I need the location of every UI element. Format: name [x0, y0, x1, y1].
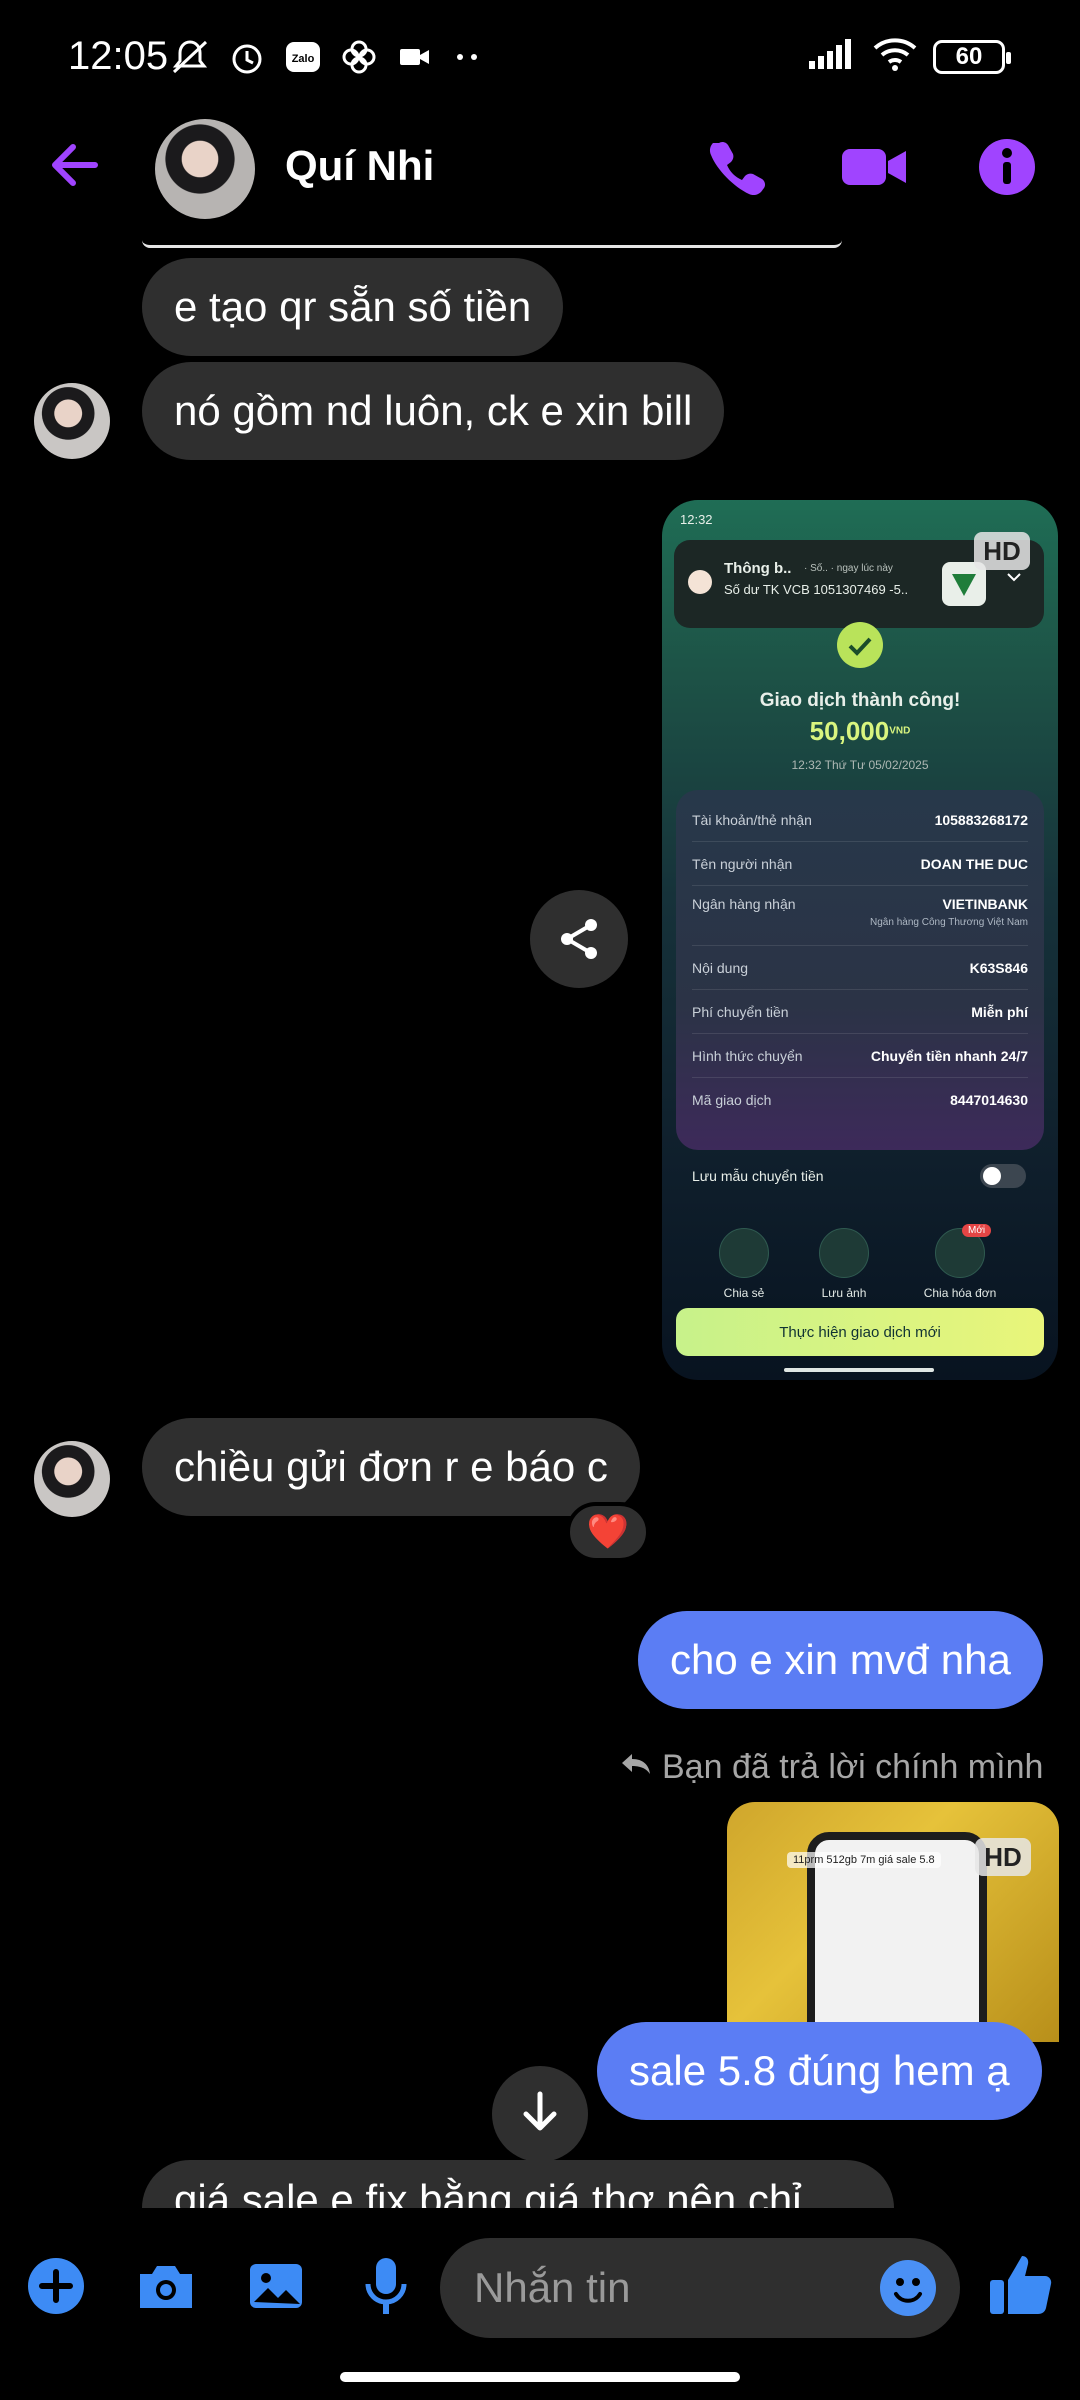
- outgoing-message[interactable]: sale 5.8 đúng hem ạ: [597, 2022, 1042, 2120]
- more-dots-icon: [452, 38, 482, 76]
- share-icon[interactable]: [530, 890, 628, 988]
- detail-row: Mã giao dịch 8447014630: [692, 1092, 1028, 1108]
- action-label: Chia sẻ: [723, 1286, 765, 1300]
- detail-row: Tài khoản/thẻ nhận 105883268172: [692, 798, 1028, 842]
- inner-home-indicator: [784, 1368, 934, 1372]
- message-composer: [0, 2208, 1080, 2358]
- partial-message-text: giá sale e fix bằng giá thợ nên chỉ: [174, 2176, 802, 2208]
- reply-indicator-text: Bạn đã trả lời chính mình: [662, 1748, 1044, 1786]
- status-notification-icons: Zalo: [170, 38, 482, 76]
- signal-icon: [807, 37, 857, 76]
- share-action-icon: [719, 1228, 769, 1278]
- thumbs-up-icon[interactable]: [986, 2250, 1056, 2320]
- status-bar: 12:05 Zalo 60: [0, 0, 1080, 115]
- contact-avatar-small[interactable]: [34, 383, 110, 459]
- new-transaction-button: Thực hiện giao dịch mới: [676, 1308, 1044, 1356]
- wifi-icon: [871, 36, 919, 77]
- notification-body: Số dư TK VCB 1051307469 -5..: [724, 582, 909, 597]
- detail-row: Phí chuyển tiền Miễn phí: [692, 990, 1028, 1034]
- amount-line: 50,000VND: [662, 716, 1058, 747]
- alarm-icon: [228, 38, 266, 76]
- heart-reaction[interactable]: ❤️: [566, 1502, 650, 1562]
- contact-avatar[interactable]: [155, 119, 255, 219]
- video-camera-icon: [396, 38, 434, 76]
- arrow-down-icon: [520, 2090, 560, 2139]
- save-image-action-icon: [819, 1228, 869, 1278]
- detail-row: Tên người nhận DOAN THE DUC: [692, 842, 1028, 886]
- action-label: Lưu ảnh: [821, 1286, 867, 1300]
- notification-meta: · Số.. · ngay lúc này: [804, 563, 893, 574]
- status-time: 12:05: [68, 34, 169, 78]
- action-label: Chia hóa đơn: [923, 1286, 997, 1300]
- previous-message-edge: [142, 240, 842, 248]
- incoming-message[interactable]: e tạo qr sẵn số tiền: [142, 258, 564, 356]
- new-badge: Mới: [962, 1224, 992, 1237]
- incoming-message[interactable]: nó gồm nd luôn, ck e xin bill: [142, 362, 725, 460]
- hd-badge: HD: [974, 532, 1030, 570]
- detail-row: Nội dung K63S846: [692, 946, 1028, 990]
- save-template-toggle: [980, 1164, 1026, 1188]
- pinwheel-icon: [340, 38, 378, 76]
- zalo-icon: Zalo: [284, 38, 322, 76]
- contact-name[interactable]: Quí Nhi: [285, 142, 434, 190]
- chat-header: Quí Nhi: [0, 115, 1080, 225]
- muted-bell-icon: [170, 38, 210, 76]
- amount-value: 50,000: [809, 716, 890, 746]
- thumbnail-caption: 11prm 512gb 7m giá sale 5.8: [787, 1852, 941, 1868]
- home-indicator: [340, 2372, 740, 2382]
- bank-full-name: Ngân hàng Công Thương Việt Nam: [870, 917, 1028, 928]
- plus-icon[interactable]: [24, 2254, 88, 2318]
- success-check-icon: [837, 622, 883, 668]
- contact-avatar-small[interactable]: [34, 1441, 110, 1517]
- reply-indicator: Bạn đã trả lời chính mình: [620, 1748, 1043, 1787]
- replied-image-thumbnail[interactable]: 11prm 512gb 7m giá sale 5.8 HD: [727, 1802, 1059, 2042]
- save-template-label: Lưu mẫu chuyển tiền: [692, 1168, 824, 1184]
- battery-indicator: 60: [933, 39, 1011, 74]
- chevron-down-icon: [1006, 570, 1022, 588]
- microphone-icon[interactable]: [354, 2254, 418, 2318]
- video-call-icon[interactable]: [838, 135, 910, 199]
- amount-currency: VND: [889, 725, 911, 737]
- shared-transaction-screenshot[interactable]: 12:32 Thông b.. · Số.. · ngay lúc này Số…: [662, 500, 1058, 1380]
- detail-row: Ngân hàng nhận VIETINBANK Ngân hàng Công…: [692, 886, 1028, 946]
- incoming-message[interactable]: chiều gửi đơn r e báo c: [142, 1418, 640, 1516]
- reply-arrow-icon: [620, 1748, 652, 1787]
- svg-text:Zalo: Zalo: [292, 53, 315, 65]
- detail-row: Hình thức chuyển Chuyển tiền nhanh 24/7: [692, 1034, 1028, 1078]
- emoji-icon[interactable]: [880, 2260, 936, 2316]
- gallery-icon[interactable]: [244, 2254, 308, 2318]
- back-arrow-icon[interactable]: [45, 135, 105, 195]
- info-icon[interactable]: [975, 135, 1039, 199]
- success-title: Giao dịch thành công!: [759, 690, 961, 711]
- scroll-to-bottom-button[interactable]: [492, 2066, 588, 2162]
- transaction-detail-card: Tài khoản/thẻ nhận 105883268172 Tên người…: [676, 790, 1044, 1150]
- message-input-container: [440, 2238, 960, 2338]
- outgoing-message[interactable]: cho e xin mvđ nha: [638, 1611, 1043, 1709]
- incoming-message-partial[interactable]: giá sale e fix bằng giá thợ nên chỉ: [142, 2160, 894, 2208]
- message-input[interactable]: [474, 2238, 854, 2338]
- notification-title: Thông b..: [724, 560, 792, 577]
- inner-status-time: 12:32: [680, 512, 713, 527]
- camera-icon[interactable]: [134, 2254, 198, 2318]
- transaction-datetime: 12:32 Thứ Tư 05/02/2025: [791, 758, 929, 772]
- app-logo-icon: [688, 570, 712, 594]
- hd-badge: HD: [975, 1838, 1031, 1876]
- voice-call-icon[interactable]: [705, 135, 769, 199]
